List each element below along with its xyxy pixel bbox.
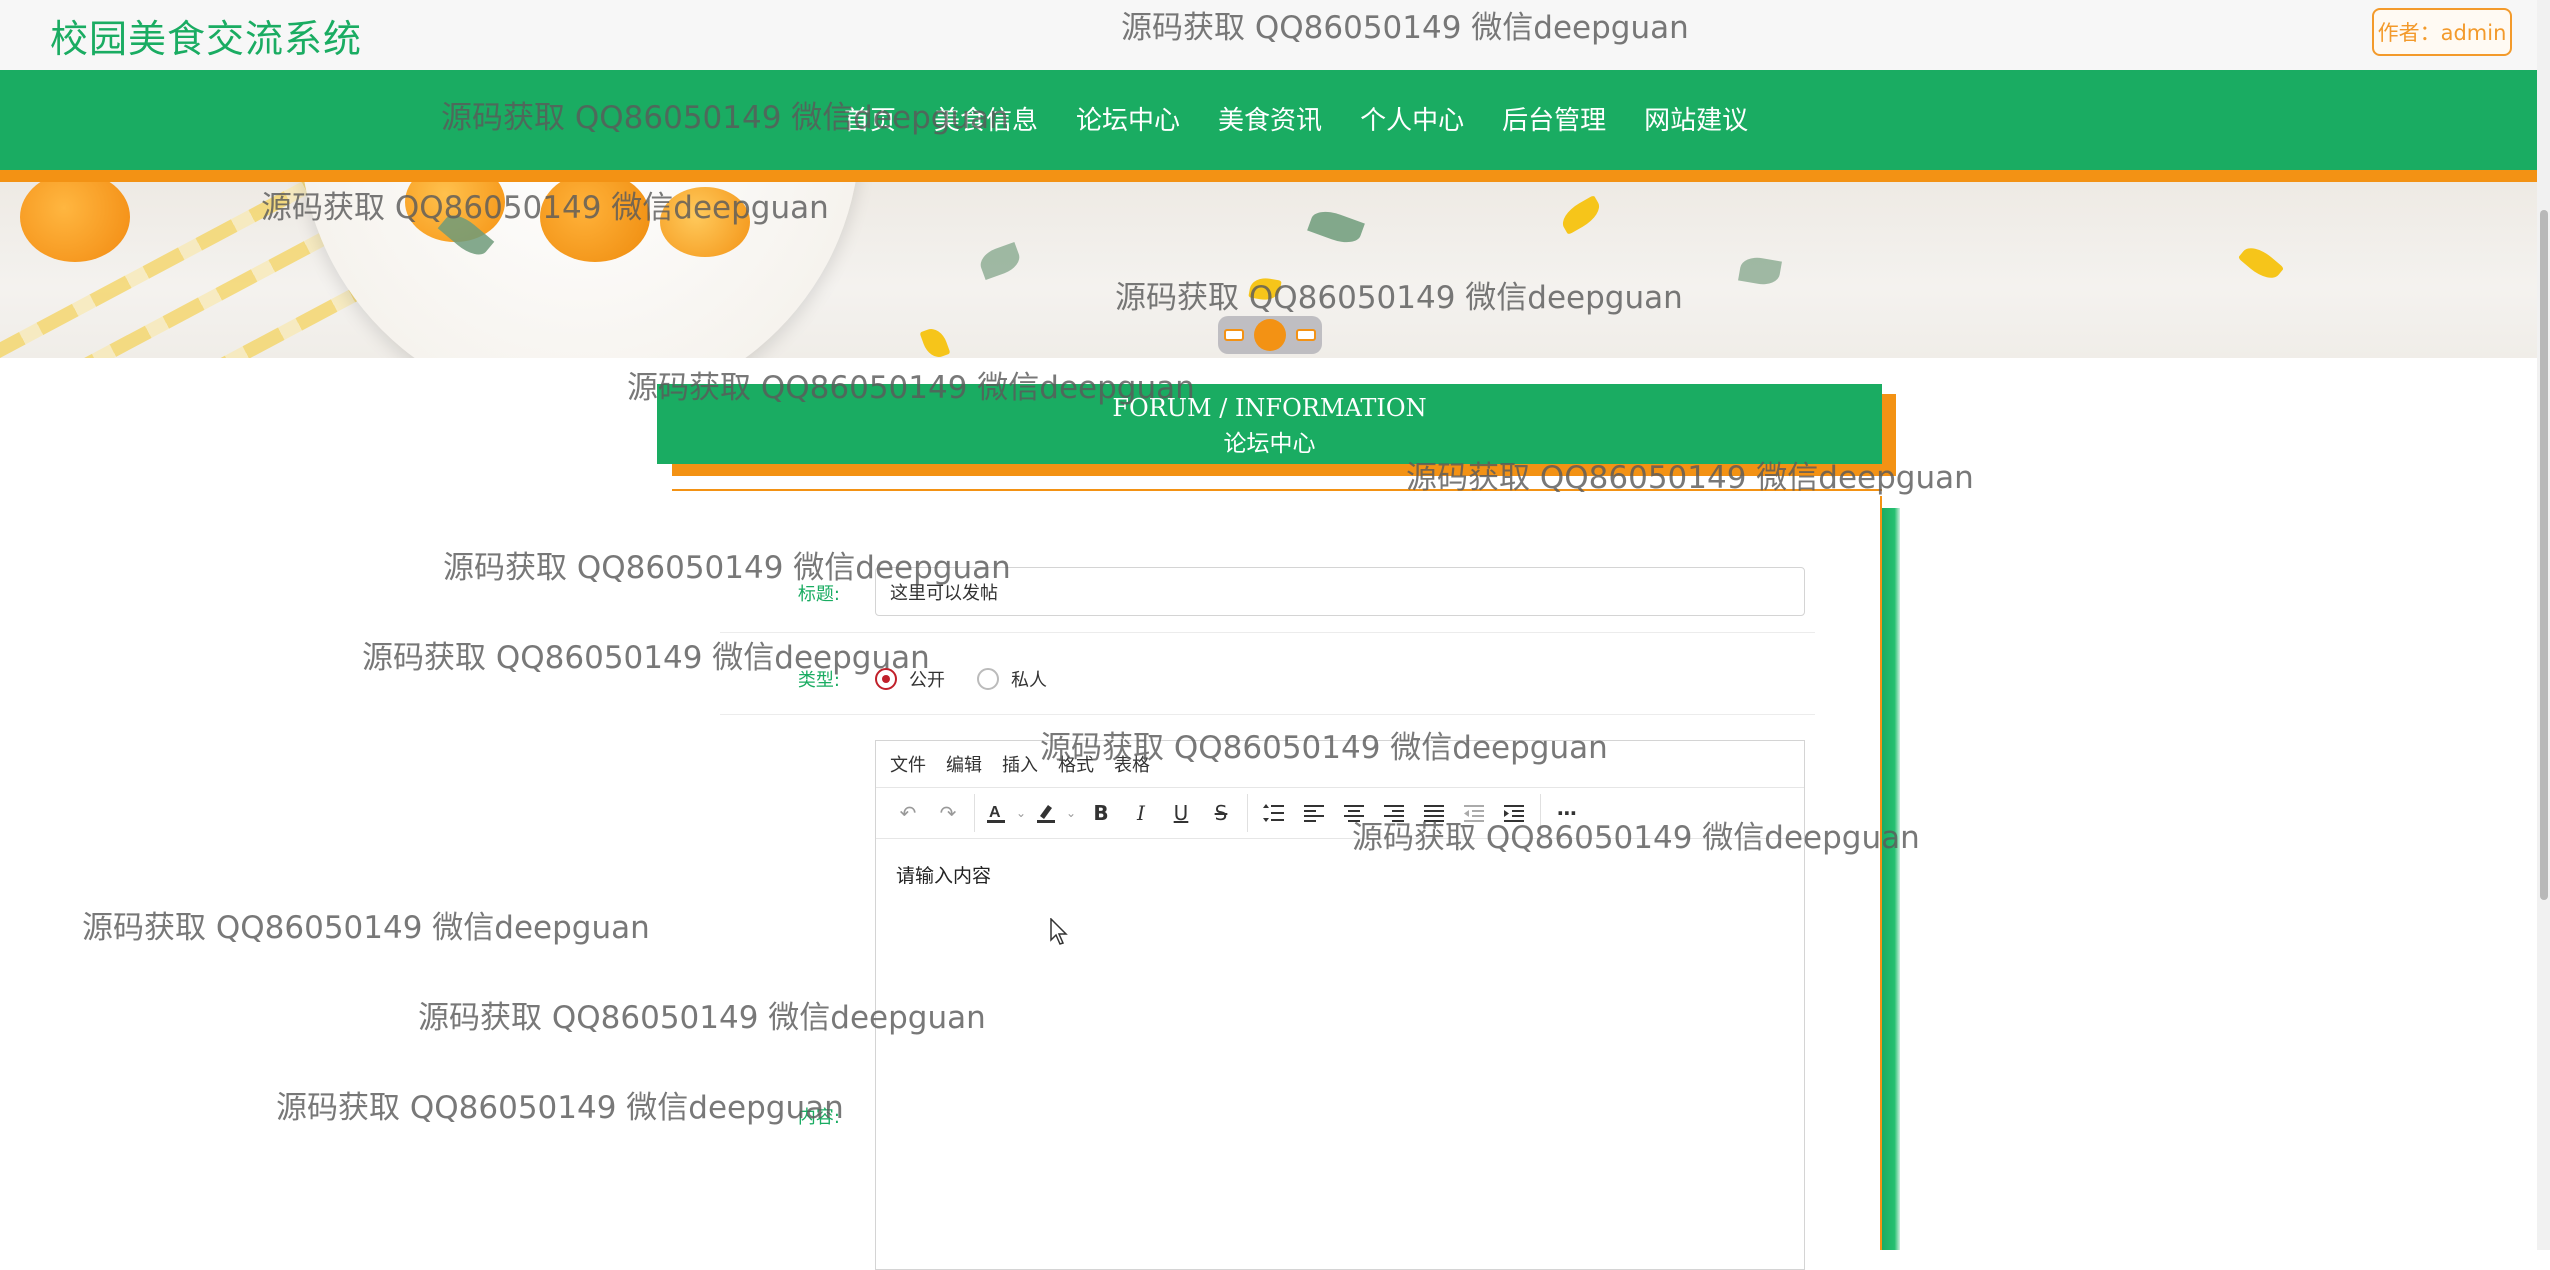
banner-leaf-image [976, 241, 1024, 281]
line-height-icon[interactable] [1254, 793, 1294, 833]
title-label: 标题: [797, 584, 840, 605]
menu-file[interactable]: 文件 [890, 751, 926, 777]
editor-toolbar: ↶ ↷ A ⌄ ⌄ B I U S ⋯ [876, 788, 1804, 839]
nav-item-home[interactable]: 首页 [825, 100, 915, 137]
strikethrough-icon[interactable]: S [1201, 793, 1241, 833]
banner-petal-image [1248, 275, 1282, 303]
italic-icon[interactable]: I [1121, 793, 1161, 833]
menu-format[interactable]: 格式 [1058, 751, 1094, 777]
title-input[interactable]: 这里可以发帖 [875, 567, 1805, 616]
content-label: 内容: [797, 1107, 840, 1128]
nav-item-suggestions[interactable]: 网站建议 [1625, 100, 1767, 137]
chevron-down-icon[interactable]: ⌄ [1061, 793, 1081, 833]
section-title-cn: 论坛中心 [1223, 431, 1316, 457]
nav-item-food-news[interactable]: 美食资讯 [1199, 100, 1341, 137]
menu-table[interactable]: 表格 [1114, 751, 1150, 777]
menu-edit[interactable]: 编辑 [946, 751, 982, 777]
carousel-indicators [1218, 316, 1322, 354]
align-left-icon[interactable] [1294, 793, 1334, 833]
svg-text:A: A [989, 804, 1001, 821]
editor-menubar: 文件 编辑 插入 格式 表格 [876, 741, 1804, 788]
nav-accent-bar [0, 170, 2537, 182]
toolbar-divider [1540, 794, 1541, 832]
undo-icon[interactable]: ↶ [888, 793, 928, 833]
radio-private-label[interactable]: 私人 [1011, 666, 1047, 692]
nav-item-food-info[interactable]: 美食信息 [915, 100, 1057, 137]
redo-icon[interactable]: ↷ [928, 793, 968, 833]
author-badge[interactable]: 作者：admin [2372, 8, 2512, 56]
scrollbar-thumb[interactable] [2540, 210, 2548, 900]
indent-icon[interactable] [1494, 793, 1534, 833]
banner-petal-image [919, 325, 951, 358]
banner-fruit-image [20, 182, 130, 262]
align-right-icon[interactable] [1374, 793, 1414, 833]
more-icon[interactable]: ⋯ [1547, 793, 1587, 833]
highlight-color-icon[interactable] [1031, 793, 1061, 833]
nav-item-profile[interactable]: 个人中心 [1341, 100, 1483, 137]
banner-petal-image [2237, 241, 2285, 285]
rich-text-editor: 文件 编辑 插入 格式 表格 ↶ ↷ A ⌄ ⌄ B I U S ⋯ 请输入内容 [875, 740, 1805, 1270]
type-label: 类型: [797, 670, 840, 691]
radio-public-label[interactable]: 公开 [909, 666, 945, 692]
carousel-dot-active[interactable] [1254, 319, 1286, 351]
nav-menu: 首页 美食信息 论坛中心 美食资讯 个人中心 后台管理 网站建议 [825, 70, 1767, 166]
underline-icon[interactable]: U [1161, 793, 1201, 833]
banner-petal-image [1557, 194, 1605, 236]
panel-border-top [672, 489, 1882, 491]
text-color-icon[interactable]: A [981, 793, 1011, 833]
banner-leaf-image [1738, 254, 1782, 288]
top-bar: 校园美食交流系统 作者：admin [0, 0, 2537, 70]
carousel-dot[interactable] [1296, 329, 1316, 341]
watermark-text: 源码获取 QQ86050149 微信deepguan [82, 910, 650, 946]
watermark-text: 源码获取 QQ86050149 微信deepguan [362, 640, 930, 676]
toolbar-divider [1247, 794, 1248, 832]
align-justify-icon[interactable] [1414, 793, 1454, 833]
type-radio-group: 公开 私人 [875, 666, 1079, 692]
radio-private[interactable] [977, 668, 999, 690]
mouse-cursor-icon [1050, 918, 1068, 945]
row-divider [720, 632, 1815, 633]
menu-insert[interactable]: 插入 [1002, 751, 1038, 777]
outdent-icon[interactable] [1454, 793, 1494, 833]
radio-public[interactable] [875, 668, 897, 690]
editor-content-area[interactable]: 请输入内容 [876, 839, 1804, 910]
site-title[interactable]: 校园美食交流系统 [50, 8, 362, 63]
section-header: FORUM / INFORMATION 论坛中心 [657, 384, 1882, 464]
banner-leaf-image [1307, 205, 1365, 249]
align-center-icon[interactable] [1334, 793, 1374, 833]
section-title-en: FORUM / INFORMATION [1112, 394, 1427, 422]
toolbar-divider [974, 794, 975, 832]
banner-fruit-image [660, 187, 750, 257]
nav-item-forum[interactable]: 论坛中心 [1057, 100, 1199, 137]
chevron-down-icon[interactable]: ⌄ [1011, 793, 1031, 833]
carousel-dot[interactable] [1224, 329, 1244, 341]
bold-icon[interactable]: B [1081, 793, 1121, 833]
panel-side-bar [1882, 508, 1900, 1250]
row-divider [720, 714, 1815, 715]
nav-item-admin[interactable]: 后台管理 [1483, 100, 1625, 137]
